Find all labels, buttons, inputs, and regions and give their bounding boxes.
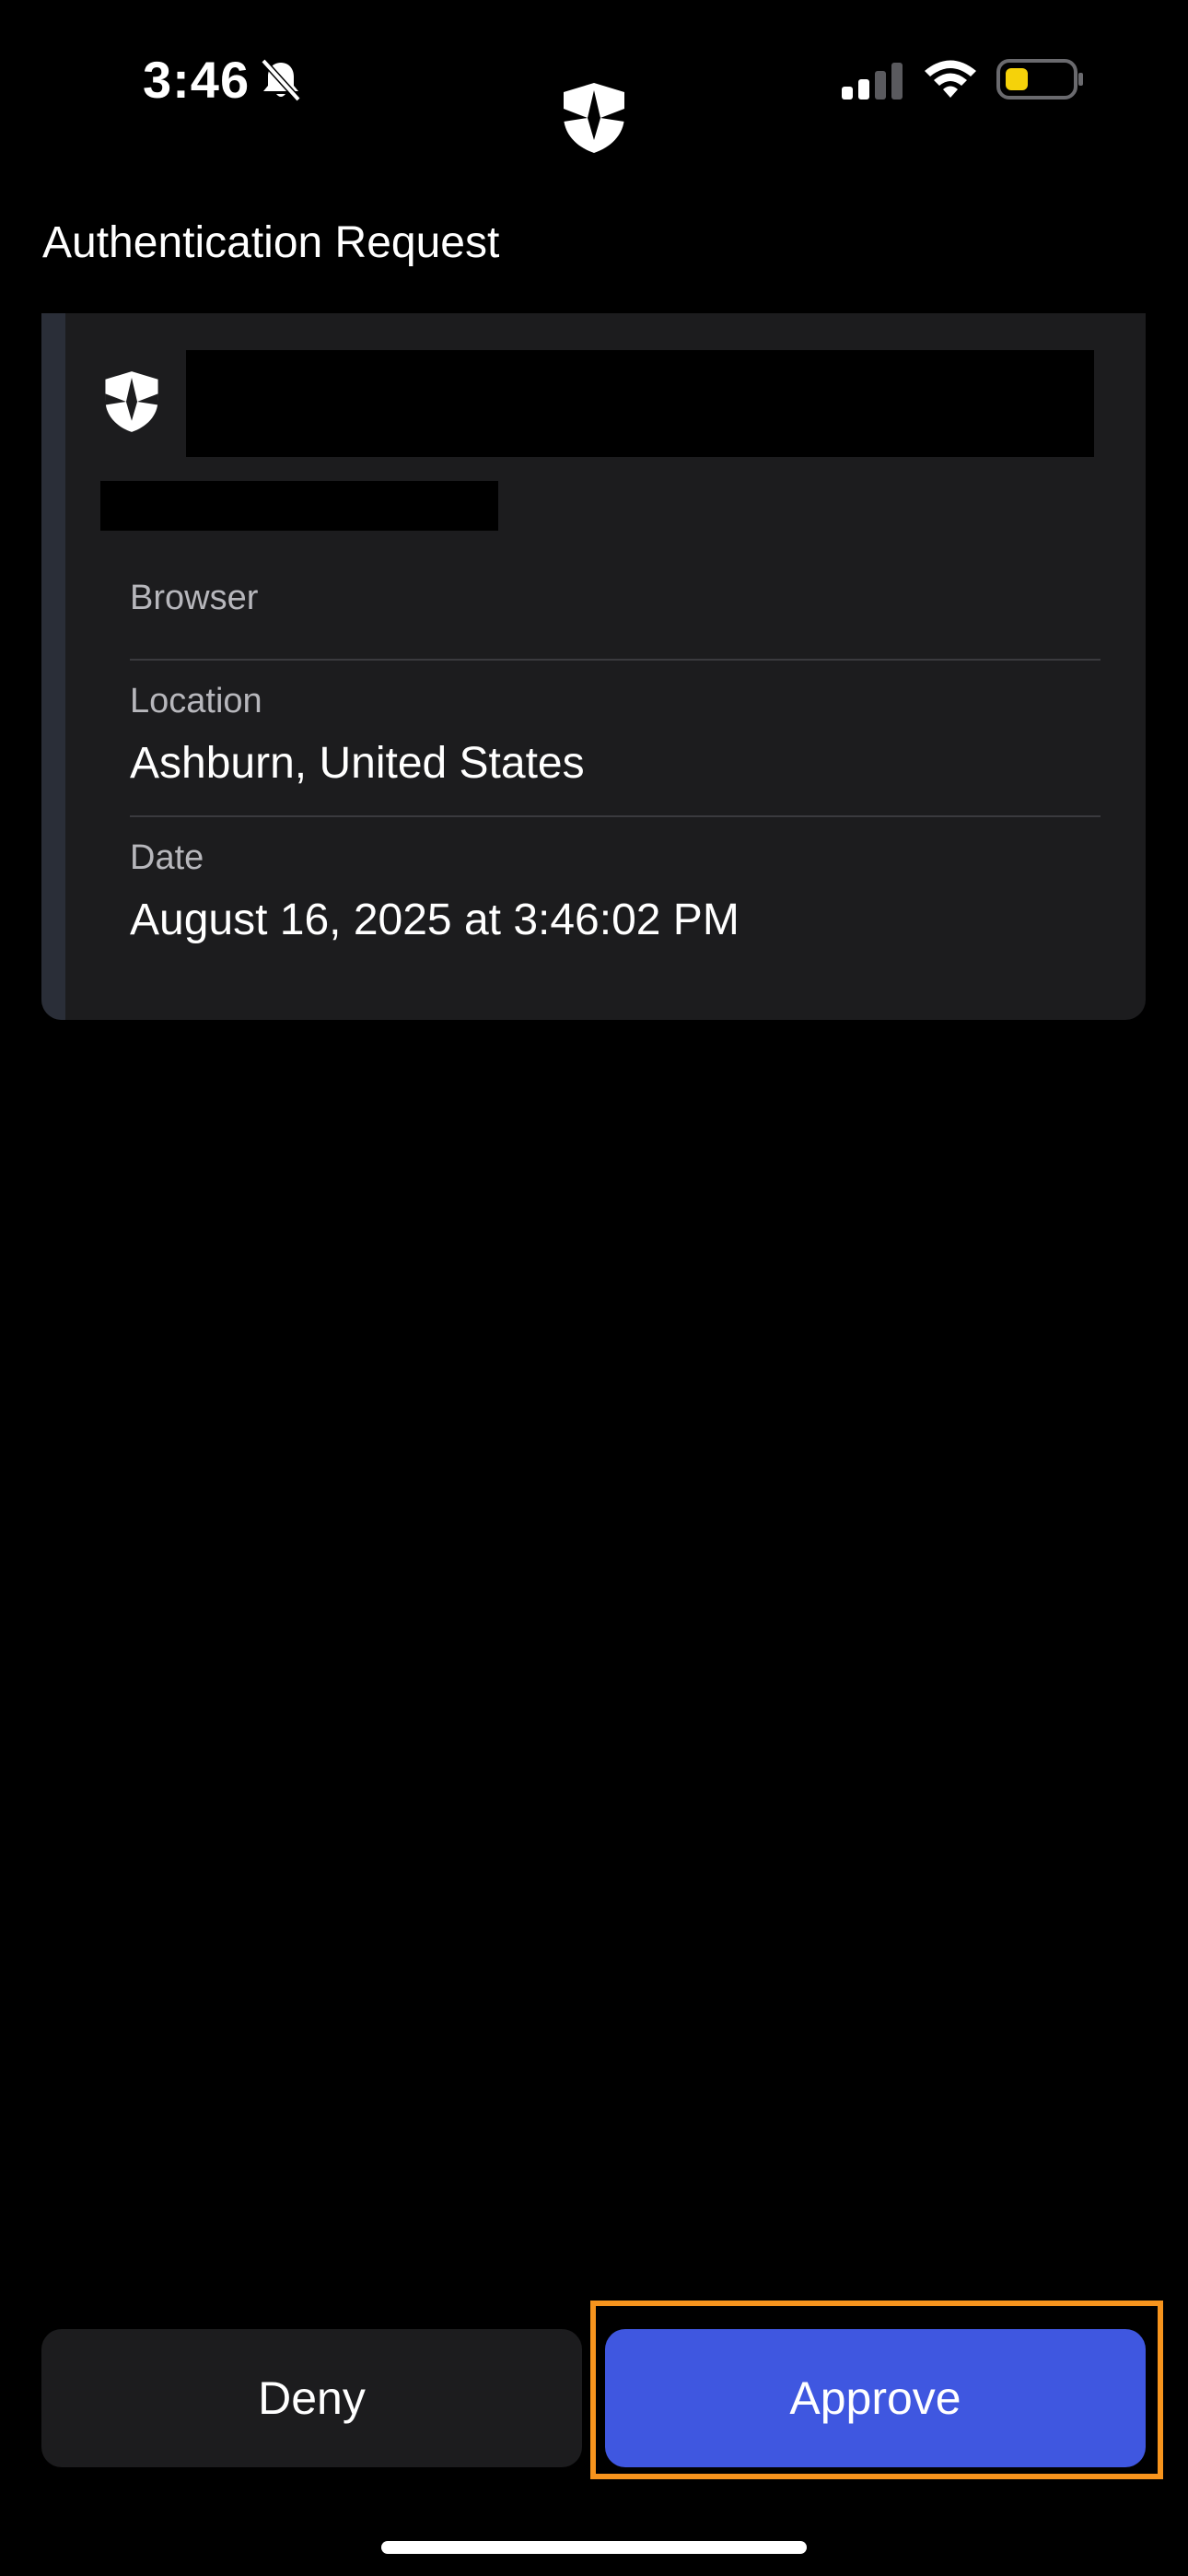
- divider: [130, 659, 1101, 661]
- deny-button[interactable]: Deny: [41, 2329, 582, 2467]
- home-indicator[interactable]: [381, 2541, 807, 2554]
- status-time: 3:46: [143, 51, 250, 109]
- card-accent-bar: [41, 313, 65, 1020]
- detail-value-location: Ashburn, United States: [130, 739, 585, 788]
- detail-label-browser: Browser: [130, 579, 259, 617]
- detail-label-location: Location: [130, 682, 262, 720]
- detail-label-date: Date: [130, 838, 204, 877]
- approve-button[interactable]: Approve: [605, 2329, 1146, 2467]
- detail-date: Date August 16, 2025 at 3:46:02 PM: [130, 836, 1101, 950]
- shield-logo-icon: [564, 83, 624, 153]
- authentication-request-card: Browser Location Ashburn, United States …: [41, 313, 1146, 1020]
- page-title: Authentication Request: [42, 218, 500, 267]
- divider: [130, 815, 1101, 817]
- detail-value-date: August 16, 2025 at 3:46:02 PM: [130, 896, 740, 944]
- shield-logo-icon: [105, 371, 158, 432]
- wifi-icon: [925, 60, 976, 98]
- battery-icon: [996, 59, 1083, 100]
- status-bar: 3:46: [0, 0, 1188, 157]
- detail-browser: Browser: [130, 576, 1101, 631]
- detail-location: Location Ashburn, United States: [130, 679, 1101, 793]
- redacted-service-name: [186, 350, 1094, 457]
- bell-slash-icon: [261, 58, 301, 102]
- redacted-account-name: [100, 481, 498, 531]
- cellular-signal-icon: [842, 63, 903, 100]
